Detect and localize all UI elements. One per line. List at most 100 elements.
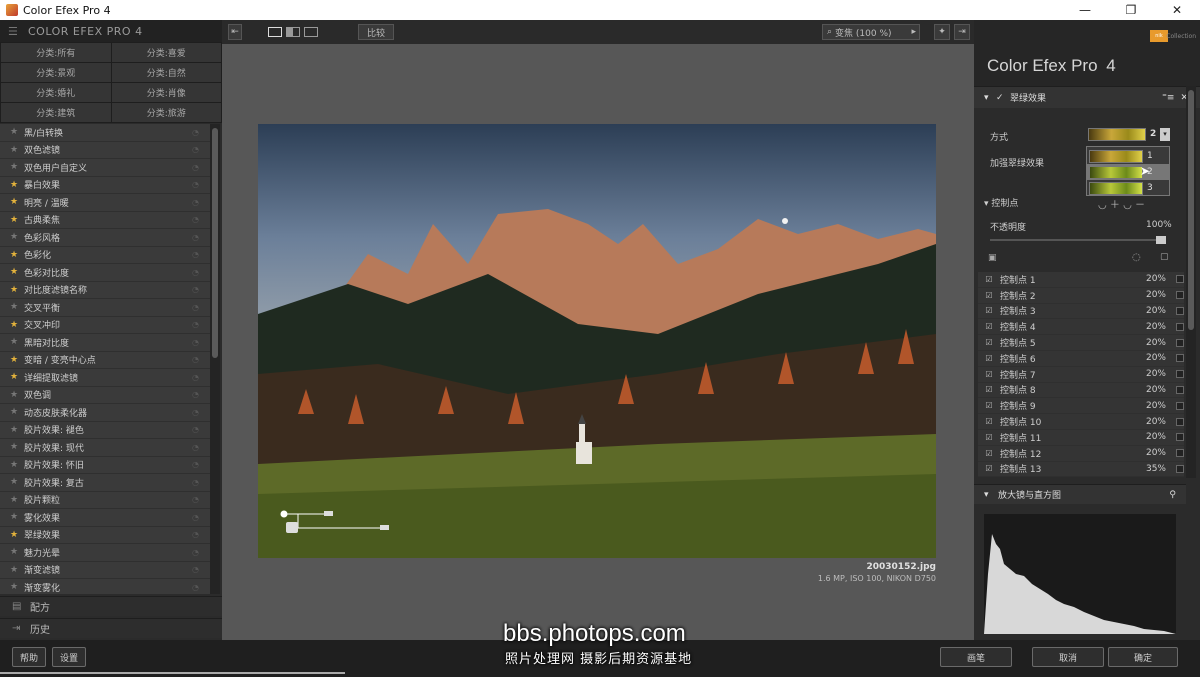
control-point-mask-checkbox[interactable] <box>1176 449 1184 458</box>
favorite-star-icon[interactable]: ★ <box>10 530 24 540</box>
preview-image[interactable] <box>258 124 936 558</box>
control-point-checkbox[interactable]: ☑ <box>978 401 1000 410</box>
control-point-mask-checkbox[interactable] <box>1176 322 1184 331</box>
favorite-star-icon[interactable]: ★ <box>10 267 24 277</box>
control-point-mask-checkbox[interactable] <box>1176 354 1184 363</box>
minimize-button[interactable]: — <box>1062 0 1108 20</box>
control-point-row[interactable]: ☑ 控制点 11 20% <box>978 429 1184 446</box>
filter-item[interactable]: ★ 魅力光晕 ◔ <box>0 544 210 562</box>
control-point-row[interactable]: ☑ 控制点 9 20% <box>978 398 1184 415</box>
filter-item[interactable]: ★ 色彩对比度 ◔ <box>0 264 210 282</box>
filter-header[interactable]: ▾ ✓ 翠绿效果 ⁼≡ ✕ <box>974 86 1200 108</box>
filter-item[interactable]: ★ 双色滤镜 ◔ <box>0 141 210 159</box>
zoom-dropdown[interactable]: ⌕ 变焦 (100 %) ▸ <box>822 24 920 40</box>
control-point-mask-checkbox[interactable] <box>1176 306 1184 315</box>
star-icon[interactable]: ★ <box>10 565 24 575</box>
history-section[interactable]: ⇥ 历史 <box>0 618 222 638</box>
filter-item[interactable]: ★ 动态皮肤柔化器 ◔ <box>0 404 210 422</box>
right-scrollbar-thumb[interactable] <box>1188 90 1194 330</box>
control-point-mask-checkbox[interactable] <box>1176 401 1184 410</box>
control-point-checkbox[interactable]: ☑ <box>978 338 1000 347</box>
filter-item[interactable]: ★ 明亮 / 温暖 ◔ <box>0 194 210 212</box>
right-panel-scrollbar[interactable] <box>1186 86 1196 478</box>
toggle-left-panel-icon[interactable]: ⇤ <box>228 24 242 40</box>
filter-item[interactable]: ★ 渐变滤镜 ◔ <box>0 561 210 579</box>
category-wedding[interactable]: 分类:婚礼 <box>1 83 111 102</box>
filter-item[interactable]: ★ 古典柔焦 ◔ <box>0 211 210 229</box>
filter-item[interactable]: ★ 黑/白转换 ◔ <box>0 124 210 142</box>
favorite-star-icon[interactable]: ★ <box>10 320 24 330</box>
settings-button[interactable]: 设置 <box>52 647 86 667</box>
control-point-row[interactable]: ☑ 控制点 3 20% <box>978 303 1184 320</box>
maximize-button[interactable]: ❐ <box>1108 0 1154 20</box>
control-point-mask-checkbox[interactable] <box>1176 291 1184 300</box>
star-icon[interactable]: ★ <box>10 162 24 172</box>
star-icon[interactable]: ★ <box>10 495 24 505</box>
control-points-header[interactable]: ▾ 控制点 <box>984 196 1018 209</box>
control-point-mask-checkbox[interactable] <box>1176 464 1184 473</box>
control-point-mask-checkbox[interactable] <box>1176 275 1184 284</box>
filter-item[interactable]: ★ 翠绿效果 ◔ <box>0 526 210 544</box>
filter-item[interactable]: ★ 渐变雾化 ◔ <box>0 579 210 594</box>
split-view-icon[interactable] <box>286 27 300 37</box>
favorite-star-icon[interactable]: ★ <box>10 250 24 260</box>
control-point-checkbox[interactable]: ☑ <box>978 433 1000 442</box>
star-icon[interactable]: ★ <box>10 390 24 400</box>
star-icon[interactable]: ★ <box>10 302 24 312</box>
control-point-row[interactable]: ☑ 控制点 1 20% <box>978 272 1184 288</box>
preset-option-3[interactable] <box>1089 182 1143 195</box>
control-point-mask-checkbox[interactable] <box>1176 338 1184 347</box>
star-icon[interactable]: ★ <box>10 582 24 592</box>
scrollbar-thumb[interactable] <box>212 128 218 358</box>
opacity-slider[interactable] <box>990 236 1166 244</box>
favorite-star-icon[interactable]: ★ <box>10 180 24 190</box>
hamburger-icon[interactable]: ☰ <box>8 25 20 38</box>
star-icon[interactable]: ★ <box>10 477 24 487</box>
star-icon[interactable]: ★ <box>10 407 24 417</box>
filter-item[interactable]: ★ 色彩风格 ◔ <box>0 229 210 247</box>
preset-option-2[interactable] <box>1089 166 1143 179</box>
category-landscape[interactable]: 分类:景观 <box>1 63 111 82</box>
star-icon[interactable]: ★ <box>10 460 24 470</box>
control-point-checkbox[interactable]: ☑ <box>978 449 1000 458</box>
favorite-star-icon[interactable]: ★ <box>10 372 24 382</box>
favorite-star-icon[interactable]: ★ <box>10 355 24 365</box>
star-icon[interactable]: ★ <box>10 232 24 242</box>
filter-item[interactable]: ★ 对比度滤镜名称 ◔ <box>0 281 210 299</box>
control-point-row[interactable]: ☑ 控制点 13 35% <box>978 461 1184 478</box>
side-by-side-view-icon[interactable] <box>304 27 318 37</box>
category-favorites[interactable]: 分类:喜爱 <box>111 43 221 62</box>
category-portrait[interactable]: 分类:肖像 <box>111 83 221 102</box>
control-point-checkbox[interactable]: ☑ <box>978 417 1000 426</box>
control-point-checkbox[interactable]: ☑ <box>978 354 1000 363</box>
opacity-slider-knob[interactable] <box>1156 236 1166 244</box>
control-point-row[interactable]: ☑ 控制点 12 20% <box>978 445 1184 462</box>
control-point-row[interactable]: ☑ 控制点 5 20% <box>978 335 1184 351</box>
star-icon[interactable]: ★ <box>10 425 24 435</box>
filter-item[interactable]: ★ 胶片效果: 现代 ◔ <box>0 439 210 457</box>
filter-menu-icon[interactable]: ⁼≡ <box>1162 93 1174 103</box>
category-architecture[interactable]: 分类:建筑 <box>1 103 111 122</box>
help-button[interactable]: 帮助 <box>12 647 46 667</box>
star-icon[interactable]: ★ <box>10 337 24 347</box>
filter-item[interactable]: ★ 胶片颗粒 ◔ <box>0 491 210 509</box>
add-control-point-icon[interactable]: ◡ ＋ ◡ － <box>1098 196 1145 211</box>
control-point-toggle-icon[interactable]: ▣ <box>988 253 997 263</box>
brush-button[interactable]: 画笔 <box>940 647 1012 667</box>
control-point-checkbox[interactable]: ☑ <box>978 322 1000 331</box>
filter-item[interactable]: ★ 双色调 ◔ <box>0 386 210 404</box>
star-icon[interactable]: ★ <box>10 145 24 155</box>
filter-item[interactable]: ★ 胶片效果: 复古 ◔ <box>0 474 210 492</box>
method-preset-preview[interactable] <box>1088 128 1146 141</box>
compare-button[interactable]: 比较 <box>358 24 394 40</box>
control-point-mask-checkbox[interactable] <box>1176 385 1184 394</box>
filter-item[interactable]: ★ 交叉平衡 ◔ <box>0 299 210 317</box>
preview-canvas[interactable]: 20030152.jpg 1.6 MP, ISO 100, NIKON D750 <box>222 44 974 640</box>
filter-item[interactable]: ★ 双色用户自定义 ◔ <box>0 159 210 177</box>
favorite-star-icon[interactable]: ★ <box>10 197 24 207</box>
favorite-star-icon[interactable]: ★ <box>10 285 24 295</box>
pin-icon[interactable]: ⚲ <box>1169 490 1176 500</box>
filter-item[interactable]: ★ 胶片效果: 怀旧 ◔ <box>0 456 210 474</box>
single-view-icon[interactable] <box>268 27 282 37</box>
filter-item[interactable]: ★ 详细提取滤镜 ◔ <box>0 369 210 387</box>
